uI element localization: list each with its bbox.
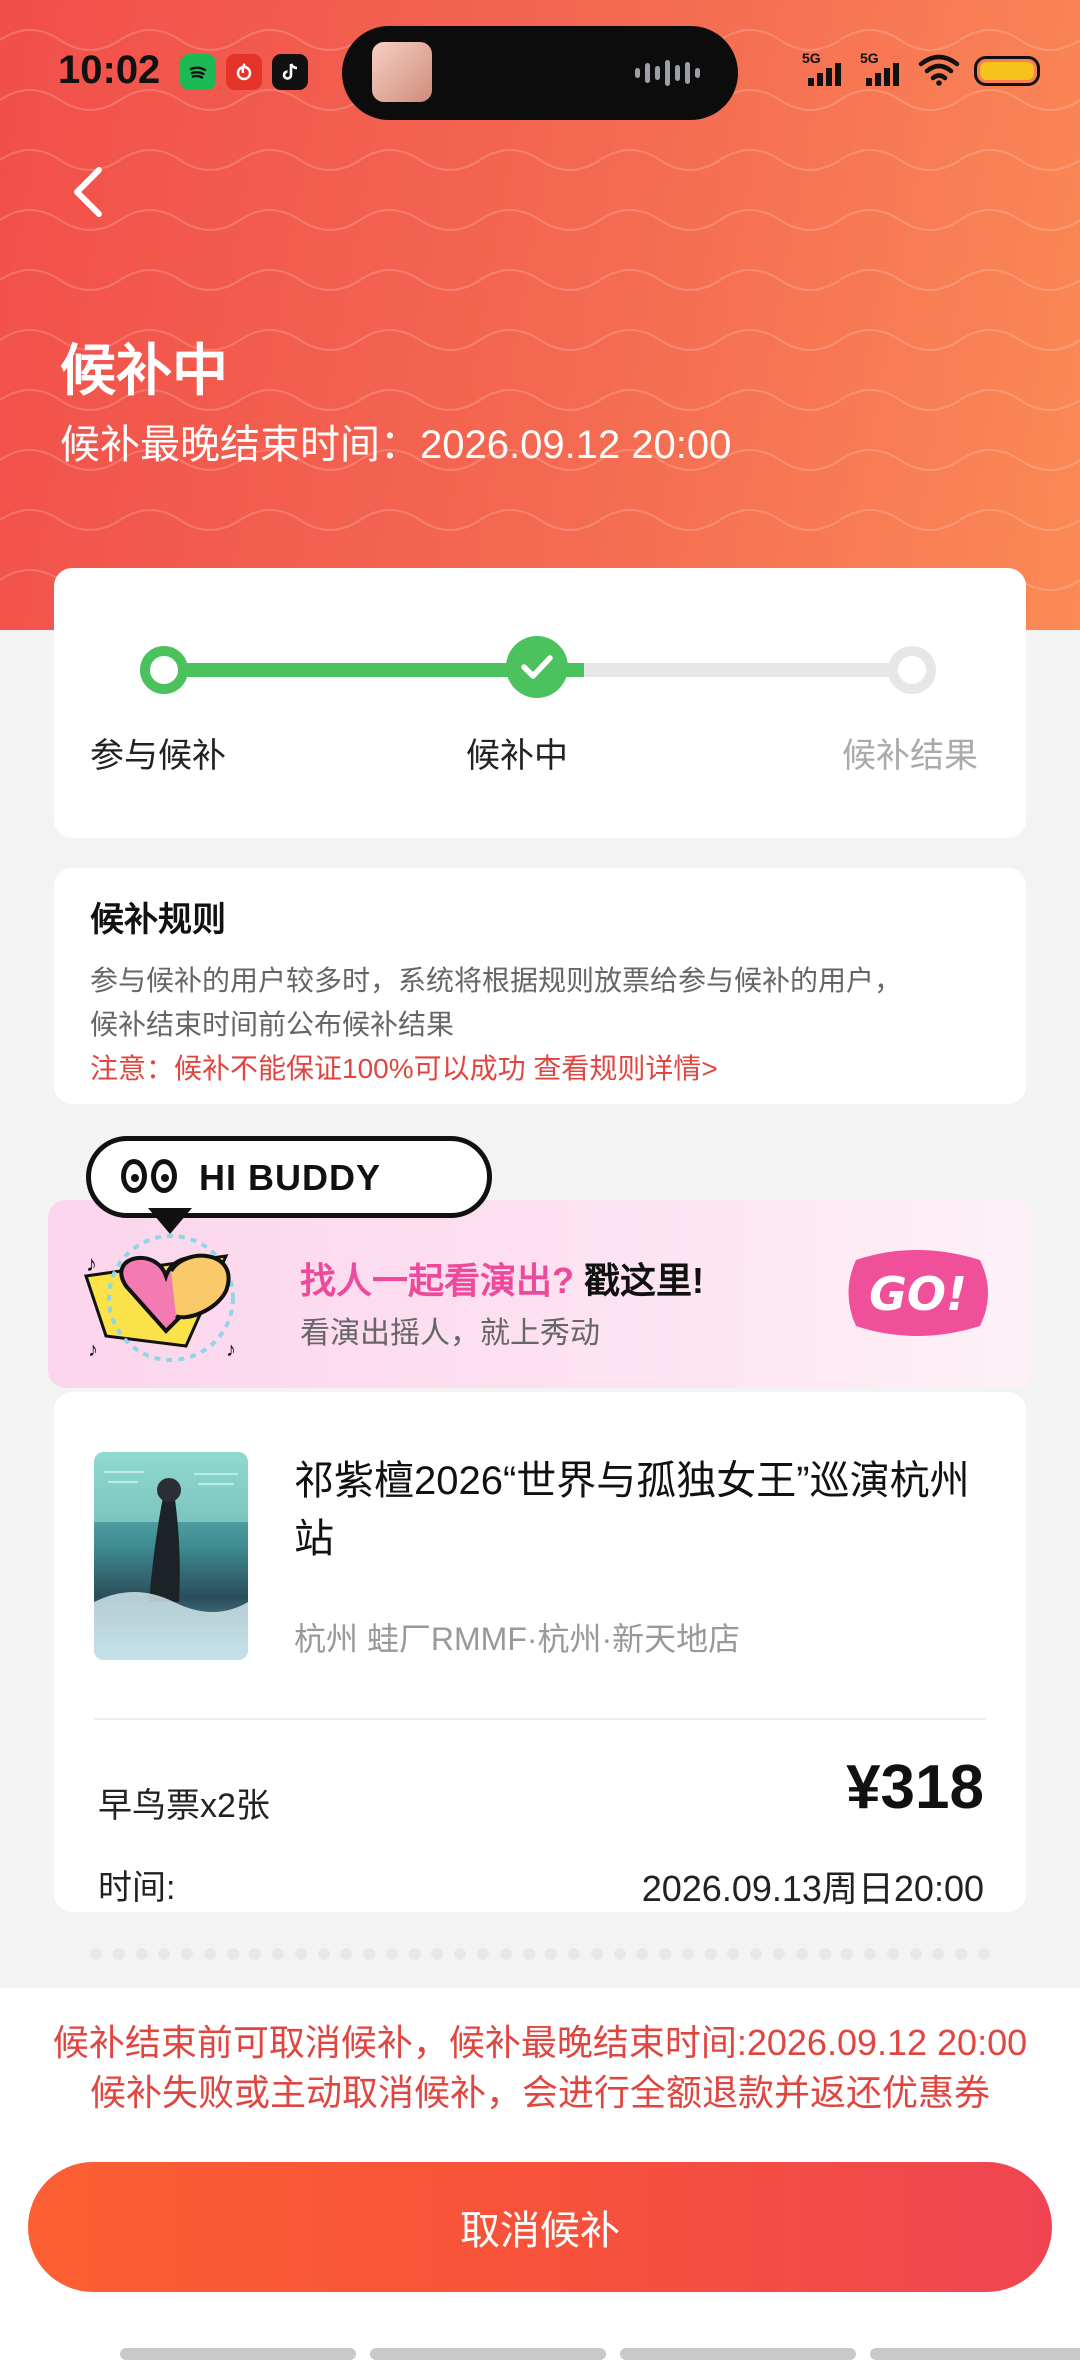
bubble-tail	[148, 1208, 192, 1234]
chevron-left-icon	[74, 167, 102, 217]
wifi-icon	[918, 54, 960, 86]
cancel-notice: 候补结束前可取消候补，候补最晚结束时间:2026.09.12 20:00 候补失…	[0, 2018, 1080, 2118]
svg-text:♪: ♪	[226, 1339, 236, 1361]
notification-app-icons	[180, 54, 308, 90]
ticket-type: 早鸟票x2张	[98, 1787, 270, 1825]
event-poster-image	[94, 1452, 248, 1660]
ticket-divider	[94, 1718, 986, 1720]
netease-music-icon	[226, 54, 262, 90]
bottom-action-panel: 候补结束前可取消候补，候补最晚结束时间:2026.09.12 20:00 候补失…	[0, 1988, 1080, 2376]
time-value: 2026.09.13周日20:00	[641, 1868, 984, 1909]
event-name: 祁紫檀2026“世界与孤独女王”巡演杭州站	[294, 1459, 970, 1561]
audio-wave-icon	[635, 59, 700, 87]
progress-track-pending	[584, 663, 914, 677]
ticket-notch-left	[32, 1930, 76, 1980]
svg-text:♪: ♪	[88, 1339, 98, 1361]
system-status-icons: 5G 5G	[802, 50, 1040, 86]
step-dot-result	[888, 646, 936, 694]
rules-card: 候补规则 参与候补的用户较多时，系统将根据规则放票给参与候补的用户， 候补结束时…	[54, 868, 1026, 1104]
go-text: GO!	[869, 1267, 967, 1321]
svg-text:♪: ♪	[86, 1251, 97, 1276]
spotify-icon	[180, 54, 216, 90]
status-time: 10:02	[58, 48, 161, 92]
rules-line-1: 参与候补的用户较多时，系统将根据规则放票给参与候补的用户，	[90, 965, 903, 996]
hi-buddy-bubble: HI BUDDY	[86, 1136, 492, 1218]
rules-title: 候补规则	[90, 901, 226, 939]
ticket-price: ¥318	[846, 1753, 984, 1822]
go-button[interactable]: GO!	[836, 1240, 1000, 1346]
cellular-signal-icon-2: 5G	[860, 50, 904, 86]
step-label-current: 候补中	[466, 737, 568, 775]
progress-steps-card: 参与候补 候补中 候补结果	[54, 568, 1026, 838]
page-title: 候补中	[60, 339, 228, 402]
promo-subtitle: 看演出摇人，就上秀动	[300, 1317, 600, 1350]
rules-warning-link[interactable]: 注意：候补不能保证100%可以成功 查看规则详情>	[90, 1047, 990, 1091]
step-label-result: 候补结果	[842, 737, 978, 775]
now-playing-thumbnail	[372, 42, 432, 102]
ticket-card[interactable]: 祁紫檀2026“世界与孤独女王”巡演杭州站 杭州 蛙厂RMMF·杭州·新天地店 …	[54, 1392, 1026, 1912]
promo-title: 找人一起看演出? 戳这里!	[300, 1252, 704, 1304]
dynamic-island[interactable]	[342, 26, 738, 120]
cancel-notice-line-2: 候补失败或主动取消候补，会进行全额退款并返还优惠券	[89, 2072, 990, 2113]
ticket-notch-right	[1004, 1930, 1048, 1980]
battery-icon	[974, 56, 1040, 86]
promo-title-highlight: 找人一起看演出?	[300, 1260, 574, 1301]
cancel-notice-line-1: 候补结束前可取消候补，候补最晚结束时间:2026.09.12 20:00	[52, 2022, 1028, 2063]
go-badge-icon: GO!	[848, 1250, 988, 1336]
status-bar: 10:02 5G 5G	[0, 0, 1080, 140]
venue-text: 杭州 蛙厂RMMF·杭州·新天地店	[294, 1621, 741, 1657]
step-label-joined: 参与候补	[90, 737, 226, 775]
time-label: 时间:	[98, 1869, 176, 1907]
back-button[interactable]	[58, 162, 118, 222]
promo-title-cta: 戳这里!	[574, 1260, 704, 1301]
home-indicator	[120, 2348, 1080, 2360]
cancel-waitlist-button[interactable]: 取消候补	[28, 2162, 1052, 2292]
deadline-text: 候补最晚结束时间：2026.09.12 20:00	[60, 423, 732, 467]
hug-heart-illustration: ♪ ♪ ♪	[84, 1234, 236, 1362]
step-dot-current	[506, 636, 568, 698]
rules-line-2: 候补结束时间前公布候补结果	[90, 1009, 455, 1040]
check-icon	[521, 655, 553, 679]
cellular-signal-icon: 5G	[802, 50, 846, 86]
step-dot-joined	[140, 646, 188, 694]
eyes-icon	[121, 1159, 177, 1193]
ticket-perforation	[54, 1948, 1026, 1962]
tiktok-icon	[272, 54, 308, 90]
hi-buddy-text: HI BUDDY	[199, 1157, 382, 1198]
